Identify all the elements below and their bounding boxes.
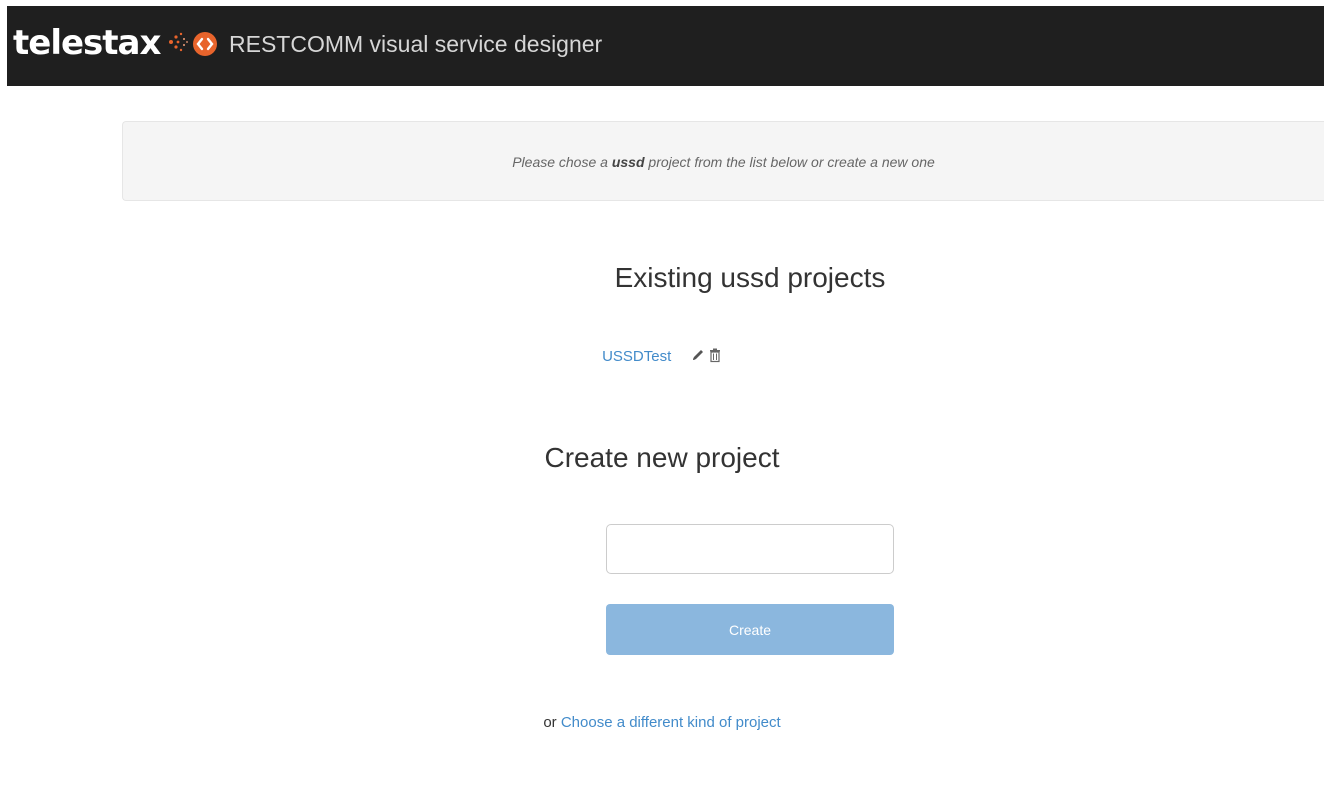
choose-different-kind-link[interactable]: Choose a different kind of project [561, 714, 781, 731]
alternative-row: or Choose a different kind of project [0, 714, 1324, 731]
notice-emphasis: ussd [611, 154, 645, 170]
create-project-title: Create new project [544, 442, 780, 473]
notice-suffix: project from the list below or create a … [648, 154, 935, 170]
telestax-logo: telestax [13, 23, 161, 63]
notice-prefix: Please chose a [512, 154, 608, 170]
telestax-spark-icon [169, 32, 188, 52]
top-navbar: telestax RESTCOMM visual service designe… [7, 6, 1324, 86]
info-notice: Please chose a ussd project from the lis… [122, 121, 1324, 201]
alternative-prefix: or [543, 714, 557, 731]
existing-projects-title: Existing ussd projects [614, 262, 886, 293]
pencil-icon[interactable] [691, 347, 705, 363]
create-button[interactable]: Create [606, 604, 894, 655]
project-name-input[interactable] [606, 524, 894, 574]
trash-icon[interactable] [708, 347, 722, 363]
restcomm-logo-icon [193, 32, 217, 56]
project-link-ussdtest[interactable]: USSDTest [602, 348, 671, 365]
app-title: RESTCOMM visual service designer [229, 31, 603, 57]
project-list-item: USSDTest [0, 347, 1324, 365]
